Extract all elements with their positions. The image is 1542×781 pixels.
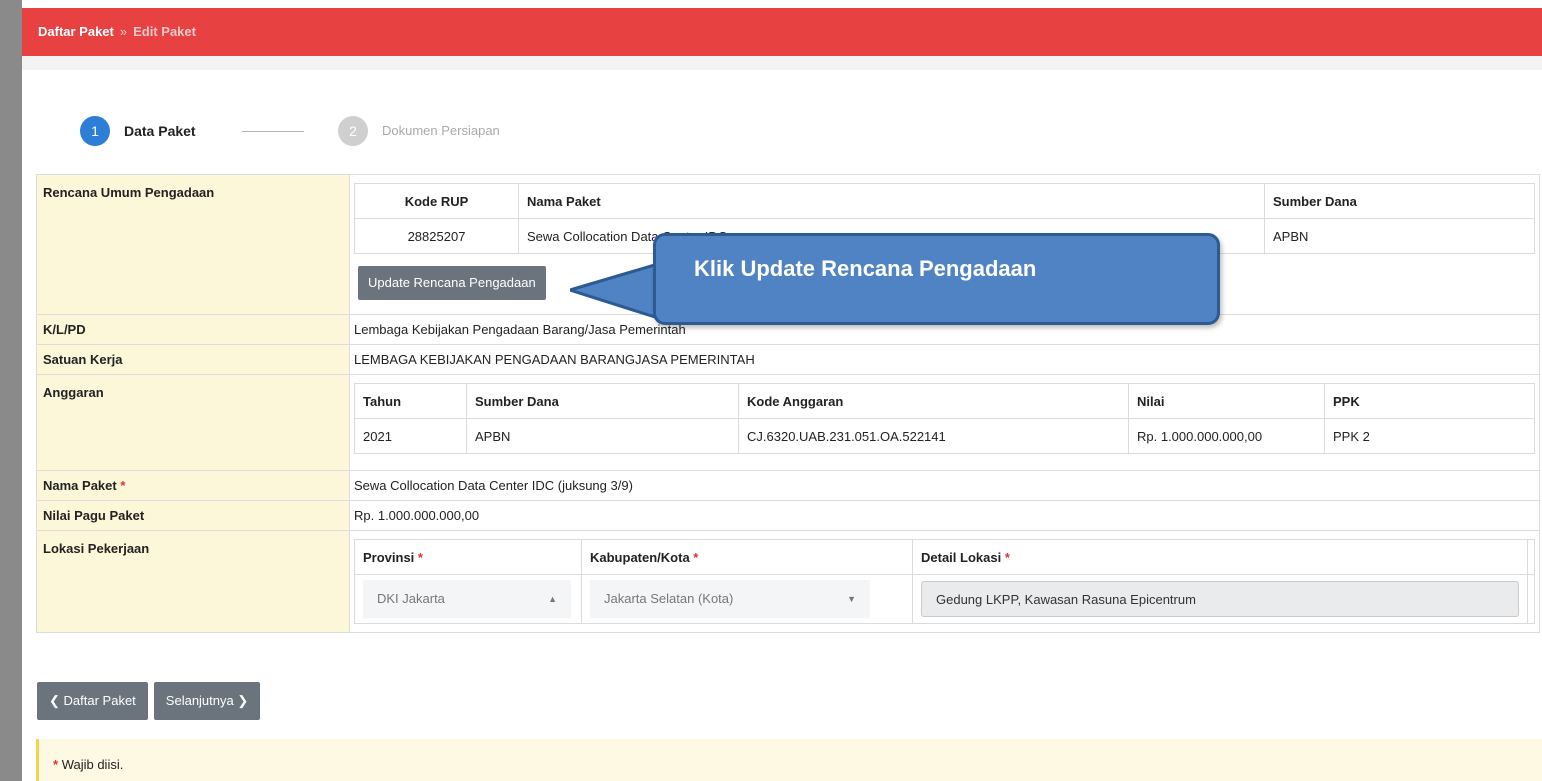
required-mark: * [120, 478, 126, 493]
breadcrumb: Daftar Paket » Edit Paket [38, 8, 196, 56]
chevron-down-icon: ▼ [847, 594, 856, 604]
rup-col-sumber: Sumber Dana [1264, 183, 1535, 219]
required-mark: * [1004, 549, 1010, 565]
provinsi-select[interactable]: DKI Jakarta ▲ [363, 580, 571, 618]
anggaran-header-row: Tahun Sumber Dana Kode Anggaran Nilai PP… [354, 383, 1535, 419]
rup-header-row: Kode RUP Nama Paket Sumber Dana [354, 183, 1535, 219]
anggaran-table: Tahun Sumber Dana Kode Anggaran Nilai PP… [354, 383, 1535, 454]
anggaran-sumber-value: APBN [466, 418, 739, 454]
required-note-text: Wajib diisi. [61, 757, 124, 772]
step-label: Dokumen Persiapan [382, 123, 500, 138]
anggaran-col-tahun: Tahun [354, 383, 467, 419]
header-strip [22, 56, 1542, 70]
nama-paket-label: Nama Paket * [36, 470, 350, 501]
lokasi-action-cell [1527, 574, 1535, 624]
circle-arrow-right-icon: ❯ [237, 693, 249, 708]
instruction-callout: Klik Update Rencana Pengadaan [653, 233, 1220, 325]
rup-col-nama: Nama Paket [518, 183, 1265, 219]
provinsi-cell: DKI Jakarta ▲ [354, 574, 582, 624]
lokasi-table: Provinsi * Kabupaten/Kota * Detail Lokas… [354, 539, 1535, 624]
step-label: Data Paket [124, 123, 196, 139]
breadcrumb-edit-paket: Edit Paket [133, 24, 196, 39]
klpd-label: K/L/PD [36, 314, 350, 345]
window-frame [0, 0, 22, 781]
rup-kode-value: 28825207 [354, 218, 519, 254]
anggaran-kode-value: CJ.6320.UAB.231.051.OA.522141 [738, 418, 1129, 454]
anggaran-col-sumber: Sumber Dana [466, 383, 739, 419]
step-connector [242, 131, 304, 132]
daftar-paket-button[interactable]: ❮ Daftar Paket [37, 682, 148, 720]
kabupaten-cell: Jakarta Selatan (Kota) ▼ [581, 574, 913, 624]
chevron-up-icon: ▲ [548, 594, 557, 604]
nama-paket-value: Sewa Collocation Data Center IDC (juksun… [349, 470, 1540, 501]
anggaran-ppk-value: PPK 2 [1324, 418, 1535, 454]
required-mark: * [417, 549, 423, 565]
lokasi-col-action [1527, 539, 1535, 575]
page-header: Daftar Paket » Edit Paket [22, 8, 1542, 56]
selanjutnya-button[interactable]: Selanjutnya ❯ [153, 682, 261, 720]
lokasi-header-row: Provinsi * Kabupaten/Kota * Detail Lokas… [354, 539, 1535, 575]
breadcrumb-daftar-paket[interactable]: Daftar Paket [38, 24, 114, 39]
update-rencana-pengadaan-button[interactable]: Update Rencana Pengadaan [358, 266, 546, 300]
callout-text: Klik Update Rencana Pengadaan [694, 256, 1037, 281]
detail-lokasi-input[interactable]: Gedung LKPP, Kawasan Rasuna Epicentrum [921, 581, 1519, 617]
nilai-pagu-label: Nilai Pagu Paket [36, 500, 350, 531]
anggaran-nilai-value: Rp. 1.000.000.000,00 [1128, 418, 1325, 454]
anggaran-col-ppk: PPK [1324, 383, 1535, 419]
breadcrumb-separator: » [119, 24, 128, 39]
rup-col-kode: Kode RUP [354, 183, 519, 219]
anggaran-value: Tahun Sumber Dana Kode Anggaran Nilai PP… [349, 374, 1540, 471]
lokasi-label: Lokasi Pekerjaan [36, 530, 350, 633]
kabupaten-select[interactable]: Jakarta Selatan (Kota) ▼ [590, 580, 870, 618]
nilai-pagu-value: Rp. 1.000.000.000,00 [349, 500, 1540, 531]
anggaran-label: Anggaran [36, 374, 350, 471]
lokasi-col-kabupaten: Kabupaten/Kota * [581, 539, 913, 575]
rup-label: Rencana Umum Pengadaan [36, 174, 350, 315]
required-mark: * [53, 757, 59, 772]
circle-arrow-left-icon: ❮ [49, 693, 60, 708]
rup-sumber-value: APBN [1264, 218, 1535, 254]
lokasi-col-detail: Detail Lokasi * [912, 539, 1528, 575]
lokasi-col-provinsi: Provinsi * [354, 539, 582, 575]
detail-cell: Gedung LKPP, Kawasan Rasuna Epicentrum [912, 574, 1528, 624]
required-note: * Wajib diisi. [36, 739, 1542, 781]
form-navigation: ❮ Daftar Paket Selanjutnya ❯ [37, 682, 266, 720]
anggaran-tahun-value: 2021 [354, 418, 467, 454]
window-top-edge [22, 0, 1542, 8]
anggaran-col-nilai: Nilai [1128, 383, 1325, 419]
required-mark: * [693, 549, 699, 565]
step-number-badge: 2 [338, 116, 368, 146]
step-number-badge: 1 [80, 116, 110, 146]
anggaran-col-kode: Kode Anggaran [738, 383, 1129, 419]
table-row: DKI Jakarta ▲ Jakarta Selatan (Kota) ▼ Ged… [354, 574, 1535, 624]
table-row: 2021 APBN CJ.6320.UAB.231.051.OA.522141 … [354, 418, 1535, 454]
satker-value: LEMBAGA KEBIJAKAN PENGADAAN BARANGJASA P… [349, 344, 1540, 375]
satker-label: Satuan Kerja [36, 344, 350, 375]
lokasi-value: Provinsi * Kabupaten/Kota * Detail Lokas… [349, 530, 1540, 633]
